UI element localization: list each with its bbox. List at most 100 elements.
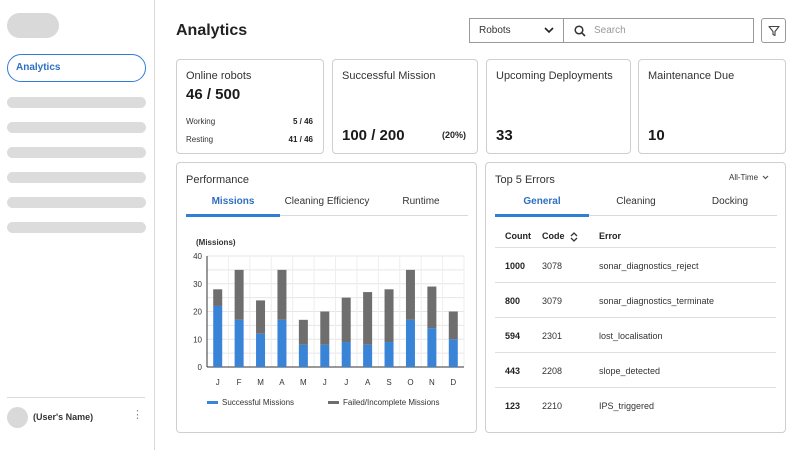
working-label: Working bbox=[186, 117, 216, 126]
error-count: 123 bbox=[505, 401, 521, 411]
tab-active-indicator bbox=[495, 214, 589, 217]
y-tick-label: 20 bbox=[193, 308, 202, 317]
working-value: 5 / 46 bbox=[292, 117, 313, 126]
tab-docking[interactable]: Docking bbox=[683, 196, 777, 207]
bar-successful bbox=[448, 339, 458, 367]
y-tick-label: 30 bbox=[193, 280, 202, 289]
bar-failed bbox=[234, 269, 244, 320]
time-range-value: All-Time bbox=[729, 173, 759, 182]
sidebar-item-placeholder[interactable] bbox=[7, 147, 146, 158]
sidebar-item-placeholder[interactable] bbox=[7, 97, 146, 108]
resting-value: 41 / 46 bbox=[288, 135, 313, 144]
legend-swatch bbox=[328, 401, 339, 404]
upcoming-deployments-value: 33 bbox=[496, 127, 513, 144]
error-name: sonar_diagnostics_reject bbox=[599, 261, 699, 271]
page-title: Analytics bbox=[176, 22, 248, 39]
error-code: 3078 bbox=[542, 261, 563, 271]
performance-title: Performance bbox=[186, 174, 249, 186]
avatar[interactable] bbox=[7, 407, 28, 428]
x-tick-label: M bbox=[257, 378, 264, 387]
bar-failed bbox=[320, 311, 330, 345]
upcoming-deployments-label: Upcoming Deployments bbox=[496, 70, 613, 82]
successful-mission-percent: (20%) bbox=[441, 130, 466, 140]
error-code: 2210 bbox=[542, 401, 563, 411]
successful-mission-label: Successful Mission bbox=[342, 70, 436, 82]
user-menu-icon[interactable]: ⋮ bbox=[132, 410, 143, 421]
y-axis-label: (Missions) bbox=[196, 238, 236, 247]
sidebar-item-analytics[interactable]: Analytics bbox=[7, 54, 146, 82]
online-robots-card: Online robots 46 / 500 Working 5 / 46 Re… bbox=[176, 59, 324, 154]
x-tick-label: A bbox=[279, 378, 285, 387]
online-robots-label: Online robots bbox=[186, 70, 252, 82]
y-tick-label: 0 bbox=[198, 363, 203, 372]
y-tick-label: 40 bbox=[193, 252, 202, 261]
bar-successful bbox=[298, 344, 308, 367]
row-divider bbox=[495, 282, 776, 283]
search-placeholder: Search bbox=[594, 25, 626, 36]
chevron-down-icon bbox=[544, 27, 554, 34]
sidebar: Analytics (User's Name) ⋮ bbox=[0, 0, 155, 450]
bar-successful bbox=[234, 319, 244, 367]
tab-cleaning-efficiency[interactable]: Cleaning Efficiency bbox=[280, 196, 374, 207]
bar-failed bbox=[363, 292, 373, 345]
bar-failed bbox=[277, 269, 287, 320]
user-divider bbox=[7, 397, 145, 398]
tab-missions[interactable]: Missions bbox=[186, 196, 280, 207]
sidebar-item-placeholder[interactable] bbox=[7, 197, 146, 208]
bar-failed bbox=[384, 289, 394, 343]
chevron-down-icon bbox=[762, 175, 769, 180]
bar-failed bbox=[213, 289, 223, 306]
error-code: 3079 bbox=[542, 296, 563, 306]
entity-select[interactable]: Robots bbox=[469, 18, 564, 43]
filter-icon bbox=[768, 25, 780, 37]
filter-button[interactable] bbox=[761, 18, 786, 43]
logo-placeholder bbox=[7, 13, 59, 38]
search-input[interactable]: Search bbox=[563, 18, 754, 43]
col-error: Error bbox=[599, 231, 622, 241]
x-tick-label: N bbox=[429, 378, 435, 387]
sidebar-item-placeholder[interactable] bbox=[7, 222, 146, 233]
x-tick-label: S bbox=[386, 378, 391, 387]
maintenance-due-label: Maintenance Due bbox=[648, 70, 735, 82]
col-code[interactable]: Code bbox=[542, 231, 578, 242]
online-robots-value: 46 / 500 bbox=[186, 86, 241, 103]
error-name: lost_localisation bbox=[599, 331, 663, 341]
tab-active-indicator bbox=[186, 214, 280, 217]
row-divider bbox=[495, 387, 776, 388]
bar-successful bbox=[363, 344, 373, 367]
user-name: (User's Name) bbox=[33, 412, 94, 422]
maintenance-due-value: 10 bbox=[648, 127, 665, 144]
time-range-select[interactable]: All-Time bbox=[729, 173, 769, 182]
bar-successful bbox=[213, 305, 223, 367]
bar-successful bbox=[427, 328, 437, 367]
y-tick-label: 10 bbox=[193, 335, 202, 344]
x-tick-label: F bbox=[237, 378, 242, 387]
legend-label: Failed/Incomplete Missions bbox=[343, 398, 439, 407]
bar-failed bbox=[256, 300, 266, 334]
error-code: 2208 bbox=[542, 366, 563, 376]
x-tick-label: A bbox=[365, 378, 371, 387]
search-icon bbox=[574, 25, 586, 37]
bar-successful bbox=[256, 333, 266, 367]
error-count: 443 bbox=[505, 366, 521, 376]
successful-mission-value: 100 / 200 bbox=[342, 127, 405, 144]
bar-successful bbox=[341, 342, 351, 367]
sidebar-item-placeholder[interactable] bbox=[7, 172, 146, 183]
bar-successful bbox=[405, 319, 415, 367]
error-code: 2301 bbox=[542, 331, 563, 341]
tab-runtime[interactable]: Runtime bbox=[374, 196, 468, 207]
sort-icon[interactable] bbox=[570, 231, 578, 242]
col-count: Count bbox=[505, 231, 531, 241]
top-errors-title: Top 5 Errors bbox=[495, 174, 555, 186]
tab-general[interactable]: General bbox=[495, 196, 589, 207]
error-name: IPS_triggered bbox=[599, 401, 655, 411]
legend-swatch bbox=[207, 401, 218, 404]
bar-successful bbox=[320, 344, 330, 367]
error-count: 594 bbox=[505, 331, 521, 341]
header-divider bbox=[495, 247, 776, 248]
sidebar-item-placeholder[interactable] bbox=[7, 122, 146, 133]
resting-label: Resting bbox=[186, 135, 214, 144]
x-tick-label: O bbox=[407, 378, 413, 387]
bar-failed bbox=[298, 319, 308, 345]
tab-cleaning[interactable]: Cleaning bbox=[589, 196, 683, 207]
